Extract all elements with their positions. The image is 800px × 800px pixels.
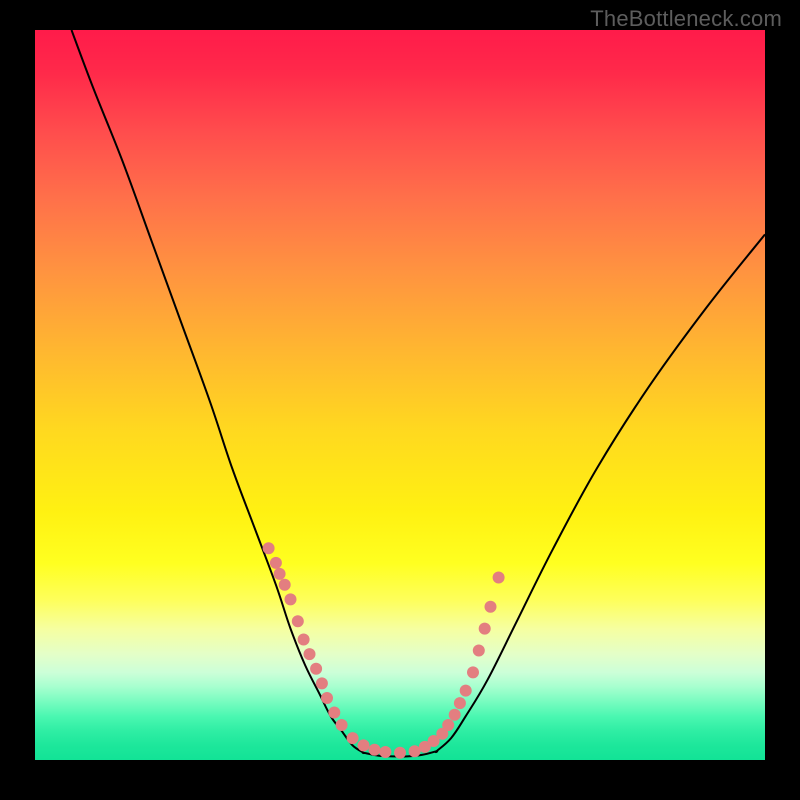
sample-dot (304, 648, 316, 660)
sample-dot (460, 685, 472, 697)
sample-dot (449, 709, 461, 721)
sample-dot (298, 634, 310, 646)
sample-dot (442, 719, 454, 731)
watermark-label: TheBottleneck.com (590, 6, 782, 32)
sample-dot (467, 666, 479, 678)
sample-dot (454, 697, 466, 709)
sample-dot (379, 746, 391, 758)
sample-dot (279, 579, 291, 591)
sample-dot (479, 623, 491, 635)
sample-dot (263, 542, 275, 554)
bottleneck-curve (72, 30, 766, 757)
sample-dot (270, 557, 282, 569)
sample-dot (285, 593, 297, 605)
sample-dot (274, 568, 286, 580)
plot-area (35, 30, 765, 760)
sample-dot (369, 744, 381, 756)
sample-dot (336, 719, 348, 731)
sample-dot (409, 745, 421, 757)
sample-dot (493, 572, 505, 584)
sample-dot (358, 739, 370, 751)
sample-dot (485, 601, 497, 613)
sample-dot (328, 707, 340, 719)
sample-dot (473, 645, 485, 657)
chart-frame: TheBottleneck.com (0, 0, 800, 800)
chart-svg (35, 30, 765, 760)
sample-dot (316, 677, 328, 689)
sample-dot (310, 663, 322, 675)
sample-dot (347, 732, 359, 744)
sample-dot (321, 692, 333, 704)
curve-group (72, 30, 766, 757)
sample-dot (394, 747, 406, 759)
sample-dot (292, 615, 304, 627)
